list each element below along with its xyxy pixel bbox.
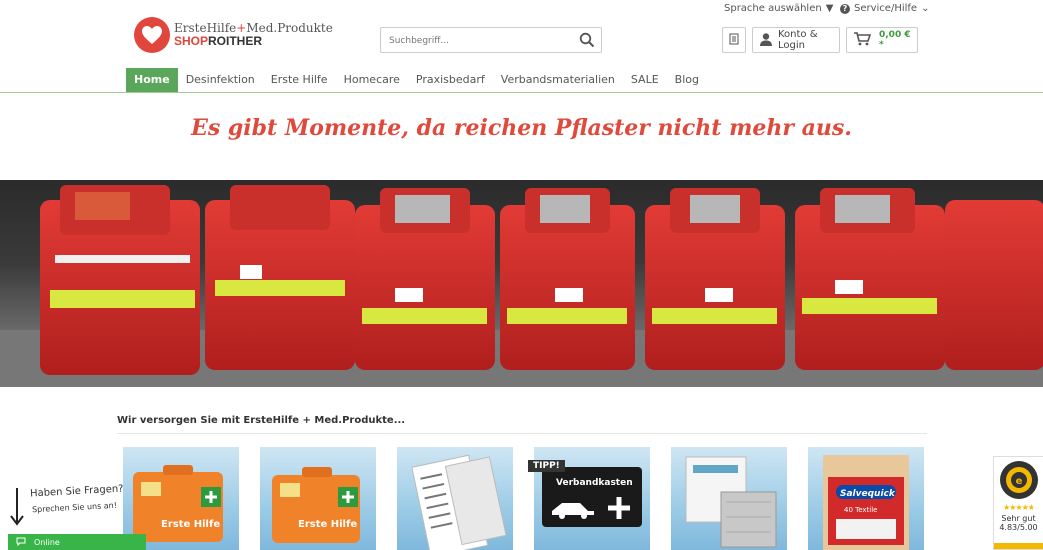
product-tile-erste-hilfe-case-2[interactable]: Erste Hilfe xyxy=(260,447,376,550)
chat-bubble-icon xyxy=(16,537,26,548)
hero-headline: Es gibt Momente, da reichen Pflaster nic… xyxy=(191,115,852,141)
product-label: Verbandkasten xyxy=(556,478,633,488)
logo-text-line2: SHOPROITHER xyxy=(174,34,263,48)
nav-divider xyxy=(0,92,1043,93)
product-tile-compress-pads[interactable] xyxy=(671,447,787,550)
chat-online-bar[interactable]: Online xyxy=(8,534,146,550)
trusted-shops-badge[interactable]: e ★★★★★ Sehr gut 4.83/5.00 xyxy=(993,456,1043,550)
product-badge-tipp: TIPP! xyxy=(528,460,565,472)
trusted-shops-seal-icon: e xyxy=(999,461,1038,499)
dropdown-triangle-icon: ▼ xyxy=(825,3,834,14)
notepad-button[interactable] xyxy=(722,27,746,53)
hero-banner-image[interactable] xyxy=(0,180,1043,387)
cart-icon xyxy=(853,31,872,49)
language-label: Sprache auswählen xyxy=(724,3,822,14)
rating-stars: ★★★★★ xyxy=(1003,503,1035,512)
help-icon: ? xyxy=(840,3,850,14)
nav-item-homecare[interactable]: Homecare xyxy=(336,68,408,92)
product-label: Salvequick xyxy=(840,489,896,499)
badge-accent-bar xyxy=(994,543,1043,549)
heart-logo-icon xyxy=(134,17,170,53)
chevron-down-icon: ⌄ xyxy=(921,3,930,14)
section-divider xyxy=(117,433,927,434)
user-icon xyxy=(759,32,773,49)
shop-logo[interactable]: ErsteHilfe+Med.Produkte SHOPROITHER xyxy=(134,17,333,53)
cart-amount: 0,00 € * xyxy=(879,30,911,50)
service-help-menu[interactable]: ? Service/Hilfe ⌄ xyxy=(840,3,929,14)
nav-item-praxisbedarf[interactable]: Praxisbedarf xyxy=(408,68,493,92)
svg-text:e: e xyxy=(1015,476,1022,487)
arrow-down-icon xyxy=(10,488,24,526)
search-icon[interactable] xyxy=(579,32,595,52)
product-tile-wound-plasters[interactable] xyxy=(397,447,513,550)
nav-item-home[interactable]: Home xyxy=(126,68,178,92)
notepad-icon xyxy=(729,33,739,48)
main-navigation: Home Desinfektion Erste Hilfe Homecare P… xyxy=(126,68,707,92)
service-label: Service/Hilfe xyxy=(854,3,918,14)
nav-item-sale[interactable]: SALE xyxy=(623,68,667,92)
product-label: Erste Hilfe xyxy=(298,519,357,530)
chat-prompt-question: Haben Sie Fragen? xyxy=(29,483,124,500)
rating-text: Sehr gut xyxy=(1001,514,1036,523)
nav-item-blog[interactable]: Blog xyxy=(667,68,707,92)
language-selector[interactable]: Sprache auswählen ▼ xyxy=(724,3,833,14)
nav-item-erste-hilfe[interactable]: Erste Hilfe xyxy=(263,68,336,92)
nav-item-desinfektion[interactable]: Desinfektion xyxy=(178,68,263,92)
search-box xyxy=(380,27,602,53)
chat-status: Online xyxy=(34,537,60,547)
nav-item-verbandsmaterialien[interactable]: Verbandsmaterialien xyxy=(493,68,623,92)
product-tile-salvequick-plasters[interactable]: Salvequick 40 Textile xyxy=(808,447,924,550)
product-label: Erste Hilfe xyxy=(161,519,220,530)
product-sublabel: 40 Textile xyxy=(844,506,878,514)
account-label: Konto & Login xyxy=(778,29,818,51)
section-title: Wir versorgen Sie mit ErsteHilfe + Med.P… xyxy=(117,415,406,426)
account-login-button[interactable]: Konto & Login xyxy=(752,27,840,53)
search-input[interactable] xyxy=(381,29,561,53)
cart-button[interactable]: 0,00 € * xyxy=(846,27,918,53)
rating-score: 4.83/5.00 xyxy=(999,523,1038,532)
chat-prompt-subtext: Sprechen Sie uns an! xyxy=(31,500,118,515)
